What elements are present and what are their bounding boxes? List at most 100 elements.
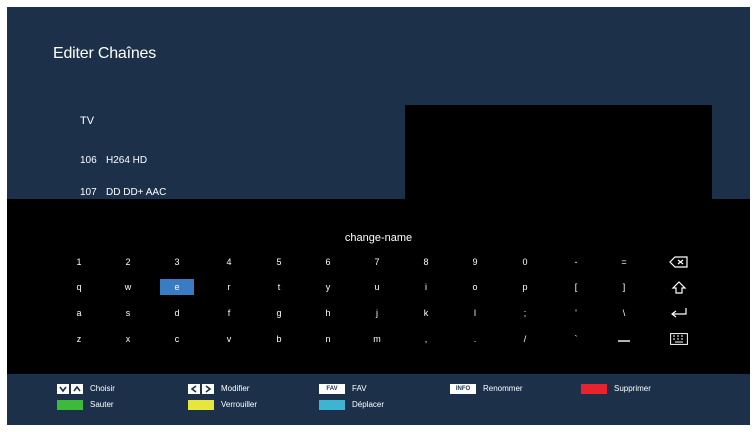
tv-screen: Editer Chaînes TV 106 H264 HD 107 DD DD+ A… <box>7 7 750 425</box>
key-c[interactable]: c <box>160 331 194 347</box>
key-h[interactable]: h <box>311 305 345 321</box>
left-right-keys-icon <box>188 384 214 394</box>
key-d[interactable]: d <box>160 305 194 321</box>
key-label: ] <box>622 282 626 292</box>
fav-badge: FAV <box>319 384 345 394</box>
up-down-keys-icon <box>57 384 83 394</box>
key-label: - <box>574 257 578 267</box>
key-label: w <box>124 282 132 292</box>
key-label: e <box>174 282 180 292</box>
key-4[interactable]: 4 <box>212 254 246 270</box>
key-label: j <box>376 308 378 318</box>
key-label: / <box>523 334 527 344</box>
key-=[interactable]: = <box>607 254 641 270</box>
key-.[interactable]: . <box>458 331 492 347</box>
key-label: ` <box>574 334 578 344</box>
legend-label: Sauter <box>90 400 114 409</box>
key-3[interactable]: 3 <box>160 254 194 270</box>
key-k[interactable]: k <box>409 305 443 321</box>
key-;[interactable]: ; <box>508 305 542 321</box>
key-f[interactable]: f <box>212 305 246 321</box>
channel-row[interactable]: 107 DD DD+ AAC <box>80 187 166 198</box>
key-x[interactable]: x <box>111 331 145 347</box>
space-icon <box>607 333 641 343</box>
key-a[interactable]: a <box>62 305 96 321</box>
key-z[interactable]: z <box>62 331 96 347</box>
enter-key[interactable] <box>662 305 696 321</box>
key-label: g <box>276 308 282 318</box>
key-label: c <box>174 334 180 344</box>
key-g[interactable]: g <box>262 305 296 321</box>
key-b[interactable]: b <box>262 331 296 347</box>
shift-icon <box>662 281 696 294</box>
key-/[interactable]: / <box>508 331 542 347</box>
key-label: \ <box>622 308 626 318</box>
key-][interactable]: ] <box>607 279 641 295</box>
key--[interactable]: - <box>559 254 593 270</box>
backspace-key[interactable] <box>662 254 696 270</box>
key-[[interactable]: [ <box>559 279 593 295</box>
legend-label: Supprimer <box>614 384 651 393</box>
key-n[interactable]: n <box>311 331 345 347</box>
legend-label: Modifier <box>221 384 250 393</box>
key-'[interactable]: ' <box>559 305 593 321</box>
key-label: 1 <box>76 257 82 267</box>
channel-number: 106 <box>80 155 97 166</box>
key-label: s <box>125 308 131 318</box>
page-title: Editer Chaînes <box>53 45 157 62</box>
channel-name: DD DD+ AAC <box>106 187 167 198</box>
key-label: 2 <box>125 257 131 267</box>
key-i[interactable]: i <box>409 279 443 295</box>
enter-icon <box>662 307 696 319</box>
key-label: a <box>76 308 82 318</box>
key-p[interactable]: p <box>508 279 542 295</box>
key-6[interactable]: 6 <box>311 254 345 270</box>
key-1[interactable]: 1 <box>62 254 96 270</box>
key-8[interactable]: 8 <box>409 254 443 270</box>
key-label: i <box>425 282 427 292</box>
key-label: q <box>76 282 82 292</box>
key-0[interactable]: 0 <box>508 254 542 270</box>
key-y[interactable]: y <box>311 279 345 295</box>
key-`[interactable]: ` <box>559 331 593 347</box>
red-key-icon <box>581 384 607 394</box>
key-5[interactable]: 5 <box>262 254 296 270</box>
channel-group-label: TV <box>80 115 95 127</box>
key-j[interactable]: j <box>360 305 394 321</box>
key-label: t <box>277 282 281 292</box>
key-m[interactable]: m <box>360 331 394 347</box>
key-7[interactable]: 7 <box>360 254 394 270</box>
key-label: h <box>325 308 331 318</box>
key-\[interactable]: \ <box>607 305 641 321</box>
key-v[interactable]: v <box>212 331 246 347</box>
key-label: 5 <box>276 257 282 267</box>
key-label: 3 <box>174 257 180 267</box>
key-label: ; <box>523 308 527 318</box>
key-label: l <box>474 308 476 318</box>
key-e[interactable]: e <box>160 279 194 295</box>
blue-key-icon <box>319 400 345 410</box>
key-label: f <box>227 308 231 318</box>
key-label: , <box>424 334 428 344</box>
key-space[interactable] <box>607 331 641 347</box>
key-2[interactable]: 2 <box>111 254 145 270</box>
on-screen-keyboard: change-name 1 2 3 4 5 6 7 8 9 0 - = q w e r t y u i o p [] a s d f… <box>7 199 750 374</box>
key-r[interactable]: r <box>212 279 246 295</box>
key-q[interactable]: q <box>62 279 96 295</box>
green-key-icon <box>57 400 83 410</box>
key-o[interactable]: o <box>458 279 492 295</box>
key-s[interactable]: s <box>111 305 145 321</box>
key-l[interactable]: l <box>458 305 492 321</box>
key-w[interactable]: w <box>111 279 145 295</box>
key-9[interactable]: 9 <box>458 254 492 270</box>
key-t[interactable]: t <box>262 279 296 295</box>
key-u[interactable]: u <box>360 279 394 295</box>
shift-key[interactable] <box>662 279 696 295</box>
key-,[interactable]: , <box>409 331 443 347</box>
key-label: 9 <box>472 257 478 267</box>
key-label: . <box>473 334 477 344</box>
legend-label: Déplacer <box>352 400 385 409</box>
channel-row[interactable]: 106 H264 HD <box>80 155 147 166</box>
legend-label: Renommer <box>483 384 523 393</box>
keyboard-key[interactable] <box>662 331 696 347</box>
